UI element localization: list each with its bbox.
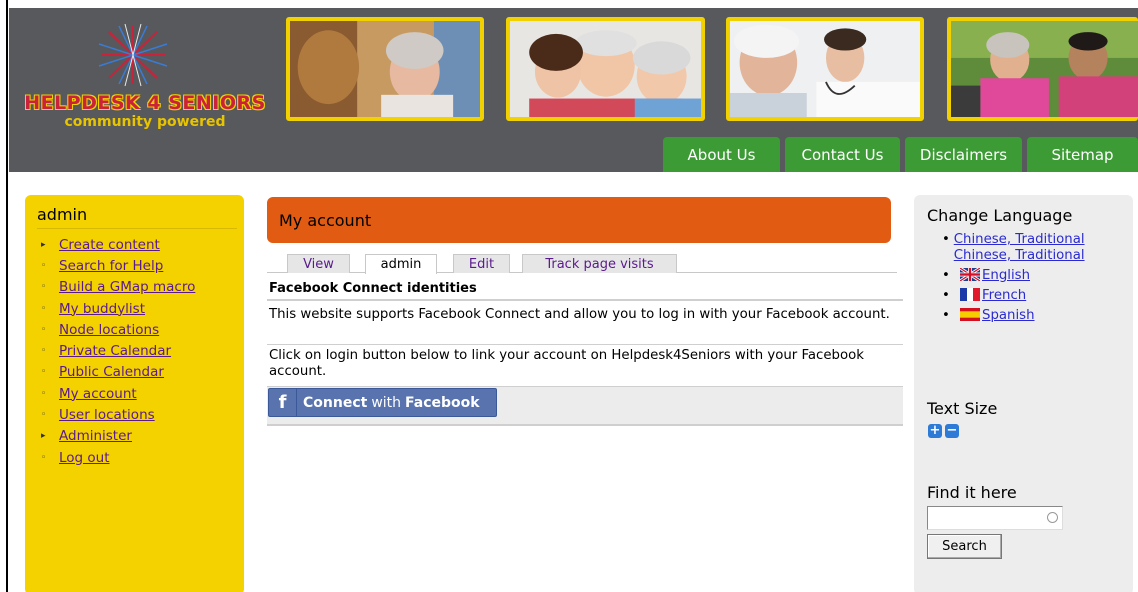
- language-link-english[interactable]: English: [982, 268, 1030, 284]
- menu-link[interactable]: Administer: [59, 428, 132, 444]
- menu-link[interactable]: Private Calendar: [59, 343, 171, 359]
- circle-bullet-icon: ◦: [41, 367, 47, 378]
- circle-bullet-icon: ◦: [41, 346, 47, 357]
- fb-button-with: with: [371, 394, 402, 411]
- user-menu-list: ▸ Create content ◦ Search for Help ◦ Build …: [41, 234, 195, 468]
- menu-item-public-calendar: ◦ Public Calendar: [41, 362, 195, 383]
- nav-contact-us[interactable]: Contact Us: [785, 137, 900, 172]
- header-photo-4: [947, 17, 1138, 121]
- nav-sitemap[interactable]: Sitemap: [1027, 137, 1138, 172]
- site-header: HELPDESK 4 SENIORS community powered Abo…: [9, 8, 1138, 172]
- facebook-icon: f: [269, 389, 297, 416]
- list-bullet: •: [942, 268, 950, 283]
- list-bullet: •: [942, 308, 950, 323]
- circle-bullet-icon: ◦: [41, 410, 47, 421]
- find-it-here-heading: Find it here: [927, 483, 1017, 502]
- menu-link[interactable]: Search for Help: [59, 258, 163, 274]
- menu-link[interactable]: User locations: [59, 407, 155, 423]
- menu-item-log-out: ◦ Log out: [41, 447, 195, 468]
- france-flag-icon: [960, 288, 980, 301]
- menu-item-administer: ▸ Administer: [41, 426, 195, 447]
- language-item-english: • English: [942, 268, 1127, 284]
- language-chinese-links: Chinese, Traditional Chinese, Traditiona…: [954, 232, 1127, 264]
- language-item-spanish: • Spanish: [942, 308, 1127, 324]
- tab-edit[interactable]: Edit: [453, 254, 510, 273]
- language-item-chinese: • Chinese, Traditional Chinese, Traditio…: [942, 232, 1127, 264]
- logo-star-icon: [98, 23, 168, 87]
- fb-button-connect: Connect: [303, 394, 368, 411]
- sidebar-divider: [37, 228, 237, 229]
- fb-button-brand: Facebook: [405, 394, 480, 411]
- menu-item-my-account: ◦ My account: [41, 383, 195, 404]
- text-size-heading: Text Size: [927, 399, 998, 418]
- connect-with-facebook-button[interactable]: f Connect with Facebook: [268, 388, 497, 417]
- menu-item-search-for-help: ◦ Search for Help: [41, 255, 195, 276]
- list-bullet: •: [942, 288, 950, 303]
- circle-bullet-icon: ◦: [41, 303, 47, 314]
- list-bullet: •: [942, 232, 950, 247]
- menu-link[interactable]: My buddylist: [59, 301, 145, 317]
- change-language-heading: Change Language: [927, 206, 1073, 225]
- decrease-text-size-icon[interactable]: −: [945, 424, 959, 438]
- search-button[interactable]: Search: [927, 534, 1002, 559]
- right-sidebar: Change Language • Chinese, Traditional C…: [914, 195, 1133, 592]
- nav-disclaimers[interactable]: Disclaimers: [905, 137, 1022, 172]
- page-title: My account: [267, 197, 891, 243]
- menu-item-user-locations: ◦ User locations: [41, 404, 195, 425]
- circle-bullet-icon: ◦: [41, 452, 47, 463]
- menu-item-build-gmap-macro: ◦ Build a GMap macro: [41, 277, 195, 298]
- header-photo-2: [506, 17, 705, 121]
- menu-item-node-locations: ◦ Node locations: [41, 319, 195, 340]
- tab-view[interactable]: View: [287, 254, 350, 273]
- menu-link[interactable]: Public Calendar: [59, 364, 164, 380]
- header-photo-1: [286, 17, 484, 121]
- logo-title: HELPDESK 4 SENIORS: [24, 92, 266, 114]
- language-link-spanish[interactable]: Spanish: [982, 308, 1035, 324]
- facebook-identities-heading: Facebook Connect identities: [269, 281, 477, 296]
- language-link-french[interactable]: French: [982, 288, 1026, 304]
- text-size-controls: + −: [928, 424, 959, 438]
- menu-link[interactable]: Node locations: [59, 322, 159, 338]
- language-link-chinese[interactable]: Chinese, Traditional: [954, 232, 1085, 247]
- menu-item-create-content: ▸ Create content: [41, 234, 195, 255]
- window-top-border: [0, 0, 1138, 8]
- user-menu-sidebar: admin ▸ Create content ◦ Search for Help ◦…: [25, 195, 244, 592]
- expand-arrow-icon: ▸: [41, 239, 46, 250]
- facebook-link-instructions: Click on login button below to link your…: [267, 344, 903, 386]
- spain-flag-icon: [960, 308, 980, 321]
- search-throbber-icon: [1047, 512, 1058, 523]
- nav-about-us[interactable]: About Us: [663, 137, 780, 172]
- menu-link[interactable]: Build a GMap macro: [59, 279, 195, 295]
- window-left-border: [0, 0, 8, 592]
- menu-link[interactable]: Create content: [59, 237, 160, 253]
- search-input[interactable]: [927, 506, 1063, 530]
- uk-flag-icon: [960, 268, 980, 281]
- site-logo[interactable]: HELPDESK 4 SENIORS community powered: [9, 22, 281, 132]
- user-menu-heading: admin: [37, 205, 88, 224]
- language-link-chinese-alt[interactable]: Chinese, Traditional: [954, 248, 1085, 263]
- circle-bullet-icon: ◦: [41, 388, 47, 399]
- facebook-info-text: This website supports Facebook Connect a…: [267, 299, 903, 344]
- menu-item-my-buddylist: ◦ My buddylist: [41, 298, 195, 319]
- language-list: • Chinese, Traditional Chinese, Traditio…: [942, 232, 1127, 328]
- language-item-french: • French: [942, 288, 1127, 304]
- increase-text-size-icon[interactable]: +: [928, 424, 942, 438]
- expand-arrow-icon: ▸: [41, 431, 46, 442]
- circle-bullet-icon: ◦: [41, 324, 47, 335]
- tab-admin[interactable]: admin: [365, 254, 437, 274]
- header-photo-3: [726, 17, 924, 121]
- menu-item-private-calendar: ◦ Private Calendar: [41, 340, 195, 361]
- circle-bullet-icon: ◦: [41, 282, 47, 293]
- circle-bullet-icon: ◦: [41, 260, 47, 271]
- tab-track-page-visits[interactable]: Track page visits: [522, 254, 677, 273]
- menu-link[interactable]: Log out: [59, 450, 110, 466]
- logo-subtitle: community powered: [64, 114, 226, 130]
- menu-link[interactable]: My account: [59, 386, 137, 402]
